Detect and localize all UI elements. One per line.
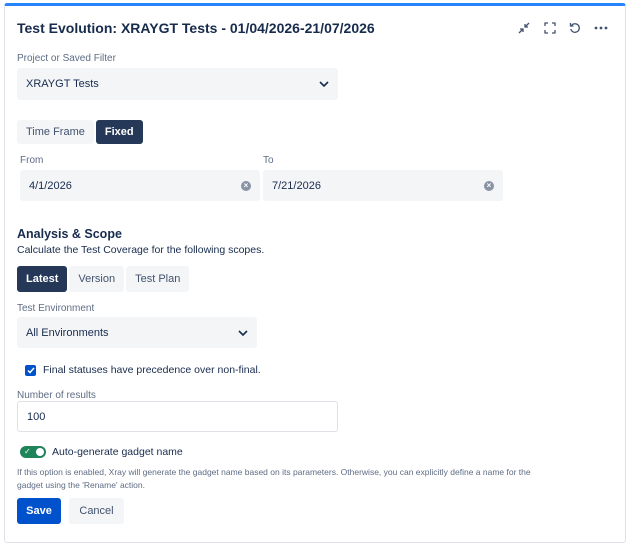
checkmark-icon	[26, 367, 35, 374]
chevron-down-icon	[238, 327, 248, 339]
to-date-value: 7/21/2026	[272, 179, 321, 192]
auto-name-note-line1: If this option is enabled, Xray will gen…	[17, 467, 531, 477]
auto-name-note: If this option is enabled, Xray will gen…	[17, 466, 617, 492]
environment-value: All Environments	[26, 326, 109, 339]
check-icon: ✓	[24, 447, 31, 456]
cancel-button[interactable]: Cancel	[69, 498, 124, 524]
gadget-title: Test Evolution: XRAYGT Tests - 01/04/202…	[17, 20, 375, 36]
final-statuses-label: Final statuses have precedence over non-…	[43, 364, 261, 376]
environment-label: Test Environment	[17, 303, 95, 314]
project-select[interactable]: XRAYGT Tests	[17, 68, 338, 100]
to-label: To	[263, 155, 274, 166]
auto-name-option[interactable]: ✓ Auto-generate gadget name	[20, 446, 183, 458]
gadget-card: Test Evolution: XRAYGT Tests - 01/04/202…	[4, 3, 626, 543]
from-date-value: 4/1/2026	[29, 179, 72, 192]
results-input[interactable]: 100	[17, 401, 338, 432]
toggle-knob	[36, 448, 44, 456]
auto-name-note-line2: gadget using the 'Rename' action.	[17, 480, 145, 490]
auto-name-label: Auto-generate gadget name	[52, 446, 183, 458]
from-label: From	[20, 155, 44, 166]
analysis-heading: Analysis & Scope	[17, 227, 122, 241]
results-label: Number of results	[17, 390, 96, 401]
save-button[interactable]: Save	[17, 498, 61, 524]
tab-version[interactable]: Version	[69, 266, 125, 292]
project-label: Project or Saved Filter	[17, 53, 116, 64]
tab-fixed[interactable]: Fixed	[95, 120, 143, 144]
analysis-description: Calculate the Test Coverage for the foll…	[17, 244, 265, 256]
from-date-input[interactable]: 4/1/2026 ×	[20, 170, 260, 201]
to-date-input[interactable]: 7/21/2026 ×	[263, 170, 503, 201]
scope-tabs: Latest Version Test Plan	[17, 266, 191, 292]
project-value: XRAYGT Tests	[26, 78, 99, 90]
final-statuses-option[interactable]: Final statuses have precedence over non-…	[25, 364, 261, 376]
clear-icon[interactable]: ×	[241, 180, 251, 191]
clear-icon[interactable]: ×	[484, 180, 494, 191]
more-icon[interactable]	[593, 20, 609, 36]
final-statuses-checkbox[interactable]	[25, 364, 36, 376]
tab-latest[interactable]: Latest	[17, 266, 68, 292]
results-value: 100	[27, 410, 46, 423]
chevron-down-icon	[319, 78, 329, 90]
refresh-icon[interactable]	[567, 20, 583, 36]
auto-name-toggle[interactable]: ✓	[20, 446, 46, 458]
fullscreen-icon[interactable]	[542, 20, 558, 36]
tab-time-frame[interactable]: Time Frame	[17, 120, 94, 144]
environment-select[interactable]: All Environments	[17, 317, 257, 348]
tab-test-plan[interactable]: Test Plan	[126, 266, 190, 292]
minimize-icon[interactable]	[516, 20, 532, 36]
period-tabs: Time Frame Fixed	[17, 120, 145, 144]
